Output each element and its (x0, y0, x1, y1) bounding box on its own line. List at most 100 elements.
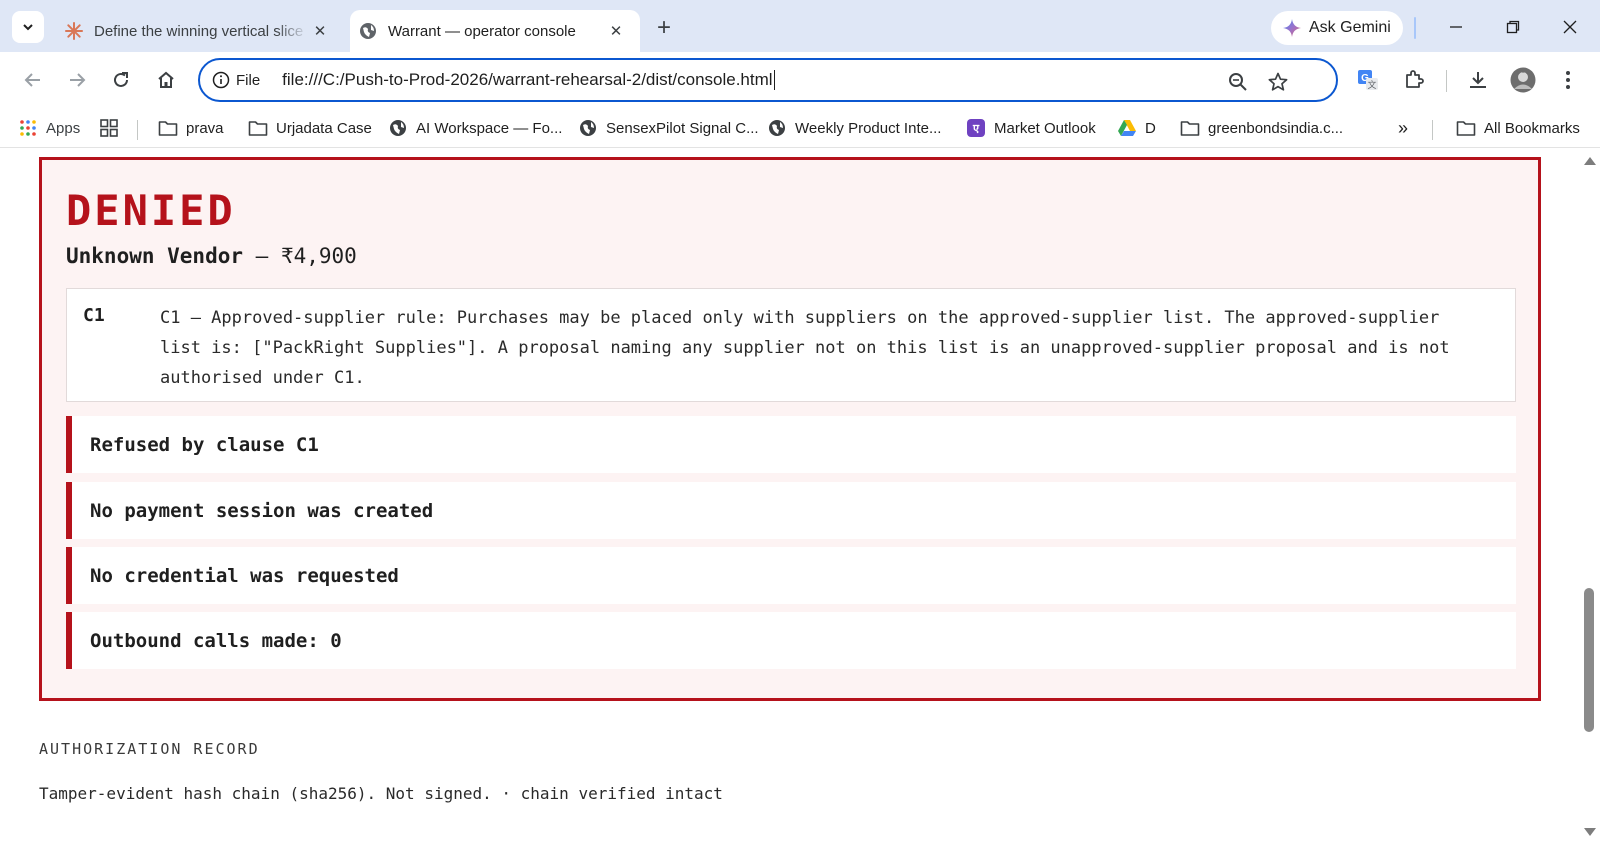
site-info-button[interactable]: File (212, 71, 260, 89)
vertical-scrollbar[interactable] (1580, 149, 1600, 843)
authorization-record-heading: AUTHORIZATION RECORD (39, 740, 260, 758)
bookmark-urjadata-case[interactable]: Urjadata Case (248, 114, 372, 142)
globe-icon (578, 118, 598, 138)
drive-icon (1117, 118, 1137, 138)
bookmark-ai-workspace[interactable]: AI Workspace — Fo... (388, 114, 562, 142)
tab-groups-button[interactable] (99, 114, 119, 142)
back-button[interactable] (17, 64, 49, 96)
url-input[interactable]: file:///C:/Push-to-Prod-2026/warrant-reh… (282, 69, 775, 91)
all-bookmarks-button[interactable]: All Bookmarks (1456, 114, 1580, 142)
scroll-up-arrow-icon[interactable] (1584, 157, 1596, 165)
bookmark-market-outlook[interactable]: ए Market Outlook (966, 114, 1096, 142)
translate-button[interactable]: G文 (1352, 64, 1384, 96)
tab-search-button[interactable] (12, 11, 44, 43)
folder-icon (1456, 118, 1476, 138)
minimize-button[interactable] (1436, 12, 1476, 42)
home-icon (158, 71, 174, 88)
divider (1414, 17, 1416, 39)
bookmark-prava[interactable]: prava (158, 114, 224, 142)
info-icon (212, 71, 230, 89)
zoom-button[interactable] (1226, 70, 1250, 94)
tab-warrant-console[interactable]: Warrant — operator console ✕ (350, 10, 640, 52)
chevron-double-right-icon: » (1398, 117, 1409, 138)
bookmarks-overflow-button[interactable]: » (1398, 114, 1408, 142)
avatar-icon (1510, 67, 1536, 93)
bookmark-label: D (1145, 119, 1156, 137)
verdict-heading: DENIED (66, 186, 236, 235)
folder-icon (1180, 118, 1200, 138)
clause-text: C1 — Approved-supplier rule: Purchases m… (160, 308, 1450, 388)
scroll-down-arrow-icon[interactable] (1584, 828, 1596, 836)
globe-icon (767, 118, 787, 138)
more-vertical-icon (1566, 71, 1570, 89)
bookmark-drive[interactable]: D (1117, 114, 1156, 142)
vendor-amount-line: Unknown Vendor — ₹4,900 (66, 244, 357, 268)
scrollbar-thumb[interactable] (1584, 588, 1594, 732)
download-icon (1470, 72, 1486, 88)
clause-box: C1 C1 — Approved-supplier rule: Purchase… (66, 288, 1516, 402)
forward-button[interactable] (61, 64, 93, 96)
app-icon: ए (966, 118, 986, 138)
new-tab-button[interactable]: + (650, 14, 678, 42)
page-viewport: DENIED Unknown Vendor — ₹4,900 C1 C1 — A… (0, 149, 1600, 843)
url-text: file:///C:/Push-to-Prod-2026/warrant-reh… (282, 69, 773, 89)
separator: — (243, 244, 281, 268)
bookmark-apps[interactable]: Apps (18, 114, 80, 142)
vendor-name: Unknown Vendor (66, 244, 244, 268)
folder-icon (158, 118, 178, 138)
bookmark-greenbondsindia[interactable]: greenbondsindia.c... (1180, 114, 1343, 142)
claude-spark-icon (64, 21, 84, 41)
evidence-no-credential: No credential was requested (66, 547, 1516, 604)
puzzle-icon (1406, 70, 1424, 88)
bookmark-label: Urjadata Case (276, 119, 372, 137)
zoom-icon (1229, 73, 1247, 91)
apps-grid-icon (18, 118, 38, 138)
close-window-button[interactable] (1550, 12, 1590, 42)
reload-icon (114, 72, 128, 87)
ask-gemini-button[interactable]: Ask Gemini (1271, 11, 1403, 45)
extensions-button[interactable] (1398, 64, 1430, 96)
close-icon[interactable]: ✕ (604, 19, 628, 43)
bookmark-label: All Bookmarks (1484, 119, 1580, 137)
browser-toolbar: File file:///C:/Push-to-Prod-2026/warran… (0, 52, 1600, 108)
bookmark-sensexpilot[interactable]: SensexPilot Signal C... (578, 114, 759, 142)
divider (137, 120, 138, 140)
close-icon[interactable]: ✕ (308, 19, 332, 43)
bookmark-weekly-product[interactable]: Weekly Product Inte... (767, 114, 941, 142)
svg-text:文: 文 (1367, 79, 1376, 90)
divider (1432, 120, 1433, 140)
arrow-left-icon (24, 73, 40, 87)
restore-icon (1506, 20, 1520, 34)
close-icon (1563, 20, 1577, 34)
ask-gemini-label: Ask Gemini (1309, 19, 1391, 36)
reload-button[interactable] (105, 64, 137, 96)
bookmark-label: AI Workspace — Fo... (416, 119, 563, 137)
denied-decision-card: DENIED Unknown Vendor — ₹4,900 C1 C1 — A… (39, 157, 1541, 701)
globe-icon (358, 21, 378, 41)
hash-chain-status: Tamper-evident hash chain (sha256). Not … (39, 784, 723, 803)
scheme-label: File (236, 71, 261, 89)
tab-groups-icon (99, 118, 119, 138)
bookmark-label: SensexPilot Signal C... (606, 119, 759, 137)
home-button[interactable] (150, 64, 182, 96)
tab-define-vertical-slice[interactable]: Define the winning vertical slice ✕ (56, 10, 344, 52)
bookmark-star-button[interactable] (1266, 70, 1290, 94)
evidence-no-payment-session: No payment session was created (66, 482, 1516, 539)
bookmark-label: prava (186, 119, 224, 137)
address-bar[interactable]: File file:///C:/Push-to-Prod-2026/warran… (198, 58, 1338, 102)
translate-icon: G文 (1358, 70, 1378, 90)
clause-id: C1 (83, 305, 105, 326)
tab-title: Define the winning vertical slice (94, 22, 304, 40)
bookmark-label: Weekly Product Inte... (795, 119, 942, 137)
bookmark-label: Apps (46, 119, 81, 137)
browser-menu-button[interactable] (1552, 64, 1584, 96)
svg-text:ए: ए (972, 123, 980, 135)
evidence-refused-by-clause: Refused by clause C1 (66, 416, 1516, 473)
profile-button[interactable] (1507, 64, 1539, 96)
folder-icon (248, 118, 268, 138)
text-caret (773, 70, 775, 91)
downloads-button[interactable] (1462, 64, 1494, 96)
gemini-sparkle-icon (1283, 19, 1301, 37)
restore-button[interactable] (1493, 12, 1533, 42)
evidence-outbound-calls: Outbound calls made: 0 (66, 612, 1516, 669)
